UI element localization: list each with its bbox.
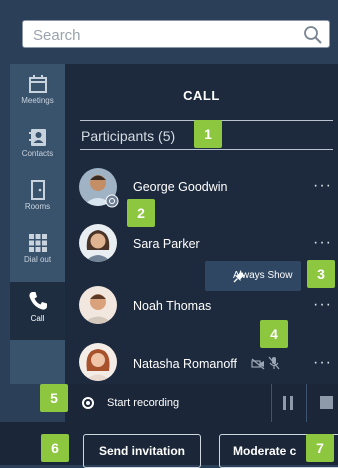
participant-row[interactable]: George Goodwin ··· [65, 159, 338, 213]
sidebar-item-call[interactable]: Call [10, 282, 65, 340]
sidebar-item-label: Dial out [23, 255, 52, 264]
callout-badge: 2 [127, 199, 155, 227]
contacts-icon [28, 129, 46, 146]
mic-off-icon [268, 356, 280, 375]
sidebar-item-label: Contacts [21, 149, 54, 158]
pause-button[interactable] [272, 384, 306, 422]
participants-header: Participants (5) [81, 128, 176, 144]
recording-bar: Start recording [65, 384, 338, 422]
sidebar-item-rooms[interactable]: Rooms [10, 176, 65, 228]
avatar [79, 286, 117, 324]
call-panel: CALL Participants (5) George Goodwin ···… [65, 64, 338, 384]
more-options-icon[interactable]: ··· [313, 296, 332, 314]
sidebar-item-label: Rooms [24, 202, 51, 211]
tooltip-label: Always Show [233, 270, 293, 281]
divider [306, 384, 307, 422]
phone-icon [28, 292, 47, 310]
always-show-tooltip[interactable]: Always Show [205, 261, 301, 291]
calendar-icon [28, 75, 47, 93]
search-input[interactable] [31, 23, 295, 47]
callout-badge: 1 [194, 120, 222, 148]
sidebar-item-contacts[interactable]: Contacts [10, 123, 65, 175]
avatar [79, 343, 117, 381]
video-off-icon [251, 357, 265, 375]
record-radio[interactable] [82, 397, 94, 409]
door-icon [30, 180, 45, 200]
stop-icon[interactable] [320, 396, 333, 409]
divider [80, 149, 333, 150]
more-options-icon[interactable]: ··· [313, 177, 332, 195]
callout-badge: 4 [260, 320, 288, 348]
sidebar-item-label: Meetings [21, 96, 54, 105]
participant-name: Sara Parker [133, 237, 200, 251]
participant-name: Noah Thomas [133, 299, 212, 313]
sidebar-item-label: Call [30, 314, 45, 323]
participant-row[interactable]: Sara Parker ··· [65, 214, 338, 268]
callout-badge: 5 [40, 384, 68, 412]
pause-icon [283, 396, 286, 410]
more-options-icon[interactable]: ··· [313, 234, 332, 252]
panel-title: CALL [183, 88, 220, 103]
dialpad-icon [28, 234, 47, 252]
pause-icon [290, 396, 293, 410]
more-options-icon[interactable]: ··· [313, 354, 332, 372]
avatar [79, 224, 117, 262]
search-icon[interactable] [303, 25, 323, 50]
search-bar [22, 20, 330, 48]
callout-badge: 3 [307, 260, 335, 288]
callout-badge: 6 [41, 434, 69, 462]
participant-row[interactable]: Natasha Romanoff ··· [65, 332, 338, 386]
participant-name: George Goodwin [133, 180, 228, 194]
start-recording-label[interactable]: Start recording [107, 397, 179, 409]
participant-name: Natasha Romanoff [133, 357, 237, 371]
callout-badge: 7 [306, 434, 334, 462]
sidebar-item-meetings[interactable]: Meetings [10, 70, 65, 122]
sidebar-nav: Meetings Contacts Rooms Dial out Call [10, 64, 65, 384]
sidebar-item-dial-out[interactable]: Dial out [10, 229, 65, 281]
connecting-icon [105, 194, 119, 213]
send-invitation-button[interactable]: Send invitation [83, 434, 201, 468]
